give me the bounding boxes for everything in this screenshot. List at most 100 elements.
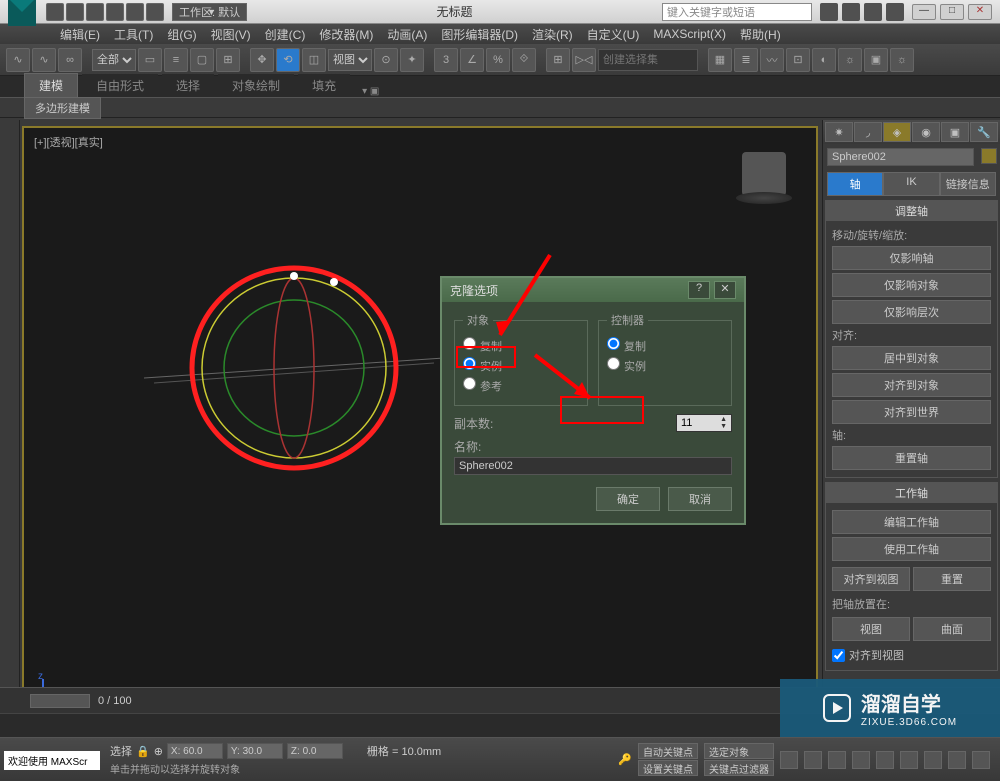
viewport-nav-icon[interactable] — [900, 751, 918, 769]
menu-render[interactable]: 渲染(R) — [532, 26, 573, 43]
render-icon[interactable]: ☼ — [890, 48, 914, 72]
material-editor-icon[interactable]: ◐ — [812, 48, 836, 72]
object-color-swatch[interactable] — [981, 148, 997, 164]
lock-icon[interactable]: 🔒 — [136, 745, 150, 758]
qat-new-icon[interactable] — [46, 3, 64, 21]
spinner-arrows-icon[interactable]: ▲▼ — [720, 416, 727, 430]
subtab-ik[interactable]: IK — [883, 172, 939, 196]
select-object-icon[interactable]: ▭ — [138, 48, 162, 72]
search-icon[interactable] — [820, 3, 838, 21]
key-target-select[interactable]: 选定对象 — [704, 743, 774, 759]
play-icon[interactable] — [828, 751, 846, 769]
rollout-header[interactable]: 工作轴 — [826, 483, 997, 503]
angle-snap-icon[interactable]: ∠ — [460, 48, 484, 72]
manipulate-icon[interactable]: ✦ — [400, 48, 424, 72]
align-icon[interactable]: ▦ — [708, 48, 732, 72]
viewport-label[interactable]: [+][透视][真实] — [34, 134, 103, 150]
scale-icon[interactable]: ◫ — [302, 48, 326, 72]
menu-customize[interactable]: 自定义(U) — [587, 26, 640, 43]
tab-hierarchy-icon[interactable]: ◈ — [883, 122, 911, 142]
place-view-button[interactable]: 视图 — [832, 617, 910, 641]
reset-wp-button[interactable]: 重置 — [913, 567, 991, 591]
snap-toggle-icon[interactable]: 3 — [434, 48, 458, 72]
favorite-icon[interactable] — [864, 3, 882, 21]
named-sel-icon[interactable]: ⊞ — [546, 48, 570, 72]
qat-link-icon[interactable] — [146, 3, 164, 21]
align-to-object-button[interactable]: 对齐到对象 — [832, 373, 991, 397]
align-to-view-check[interactable]: 对齐到视图 — [832, 647, 991, 663]
play-prev-icon[interactable] — [804, 751, 822, 769]
radio-copy[interactable]: 复制 — [463, 337, 579, 354]
reset-axis-button[interactable]: 重置轴 — [832, 446, 991, 470]
link-icon[interactable]: ∿ — [6, 48, 30, 72]
align-to-world-button[interactable]: 对齐到世界 — [832, 400, 991, 424]
subtab-pivot[interactable]: 轴 — [827, 172, 883, 196]
minimize-button[interactable]: — — [912, 4, 936, 20]
rotate-icon[interactable]: ⟲ — [276, 48, 300, 72]
window-crossing-icon[interactable]: ⊞ — [216, 48, 240, 72]
center-to-object-button[interactable]: 居中到对象 — [832, 346, 991, 370]
menu-animation[interactable]: 动画(A) — [387, 26, 427, 43]
copies-spinner[interactable]: 11 ▲▼ — [676, 414, 732, 432]
pivot-center-icon[interactable]: ⊙ — [374, 48, 398, 72]
affect-pivot-button[interactable]: 仅影响轴 — [832, 246, 991, 270]
cancel-button[interactable]: 取消 — [668, 487, 732, 511]
maximize-button[interactable]: □ — [940, 4, 964, 20]
ribbon-tab-freeform[interactable]: 自由形式 — [82, 74, 158, 97]
move-icon[interactable]: ✥ — [250, 48, 274, 72]
affect-object-button[interactable]: 仅影响对象 — [832, 273, 991, 297]
clone-name-input[interactable] — [454, 457, 732, 475]
ribbon-tab-selection[interactable]: 选择 — [162, 74, 214, 97]
coord-y-input[interactable] — [227, 743, 283, 759]
key-filter-button[interactable]: 关键点过滤器 — [704, 760, 774, 776]
autokey-button[interactable]: 自动关键点 — [638, 743, 698, 759]
align-to-view-button[interactable]: 对齐到视图 — [832, 567, 910, 591]
select-rect-icon[interactable]: ▢ — [190, 48, 214, 72]
ctrl-radio-copy[interactable]: 复制 — [607, 337, 723, 354]
tab-display-icon[interactable]: ▣ — [941, 122, 969, 142]
schematic-icon[interactable]: ⊡ — [786, 48, 810, 72]
ctrl-radio-instance[interactable]: 实例 — [607, 357, 723, 374]
ribbon-tab-modeling[interactable]: 建模 — [24, 73, 78, 97]
setkey-button[interactable]: 设置关键点 — [638, 760, 698, 776]
bind-icon[interactable]: ∞ — [58, 48, 82, 72]
menu-maxscript[interactable]: MAXScript(X) — [653, 27, 726, 41]
radio-instance[interactable]: 实例 — [463, 357, 579, 374]
unlink-icon[interactable]: ∿ — [32, 48, 56, 72]
menu-edit[interactable]: 编辑(E) — [60, 26, 100, 43]
menu-tools[interactable]: 工具(T) — [114, 26, 153, 43]
menu-help[interactable]: 帮助(H) — [740, 26, 781, 43]
close-button[interactable]: ✕ — [968, 4, 992, 20]
curve-editor-icon[interactable]: 〰 — [760, 48, 784, 72]
ribbon-tab-objpaint[interactable]: 对象绘制 — [218, 74, 294, 97]
tab-modify-icon[interactable]: ◞ — [854, 122, 882, 142]
object-name-field[interactable] — [827, 148, 974, 166]
ok-button[interactable]: 确定 — [596, 487, 660, 511]
dialog-help-button[interactable]: ? — [688, 281, 710, 299]
use-working-pivot-button[interactable]: 使用工作轴 — [832, 537, 991, 561]
spinner-snap-icon[interactable]: ⟐ — [512, 48, 536, 72]
menu-group[interactable]: 组(G) — [167, 26, 196, 43]
menu-graph[interactable]: 图形编辑器(D) — [441, 26, 518, 43]
key-icon[interactable]: 🔑 — [618, 753, 632, 766]
time-slider[interactable] — [30, 694, 90, 708]
play-start-icon[interactable] — [780, 751, 798, 769]
selection-filter-select[interactable]: 全部 — [92, 49, 136, 71]
viewport-nav-icon[interactable] — [972, 751, 990, 769]
ref-coord-select[interactable]: 视图 — [328, 49, 372, 71]
coord-z-input[interactable] — [287, 743, 343, 759]
tab-motion-icon[interactable]: ◉ — [912, 122, 940, 142]
coord-mode-icon[interactable]: ⊕ — [154, 745, 163, 758]
ribbon-panel-poly[interactable]: 多边形建模 — [24, 97, 101, 119]
place-surface-button[interactable]: 曲面 — [913, 617, 991, 641]
ribbon-tab-populate[interactable]: 填充 — [298, 74, 350, 97]
edit-working-pivot-button[interactable]: 编辑工作轴 — [832, 510, 991, 534]
qat-redo-icon[interactable] — [126, 3, 144, 21]
help-search-input[interactable]: 键入关键字或短语 — [662, 3, 812, 21]
coord-x-input[interactable] — [167, 743, 223, 759]
play-next-icon[interactable] — [852, 751, 870, 769]
dialog-close-button[interactable]: ✕ — [714, 281, 736, 299]
sphere-object[interactable] — [144, 218, 444, 518]
selection-set-input[interactable] — [598, 49, 698, 71]
maxscript-listener[interactable]: 欢迎使用 MAXScr — [4, 751, 100, 770]
